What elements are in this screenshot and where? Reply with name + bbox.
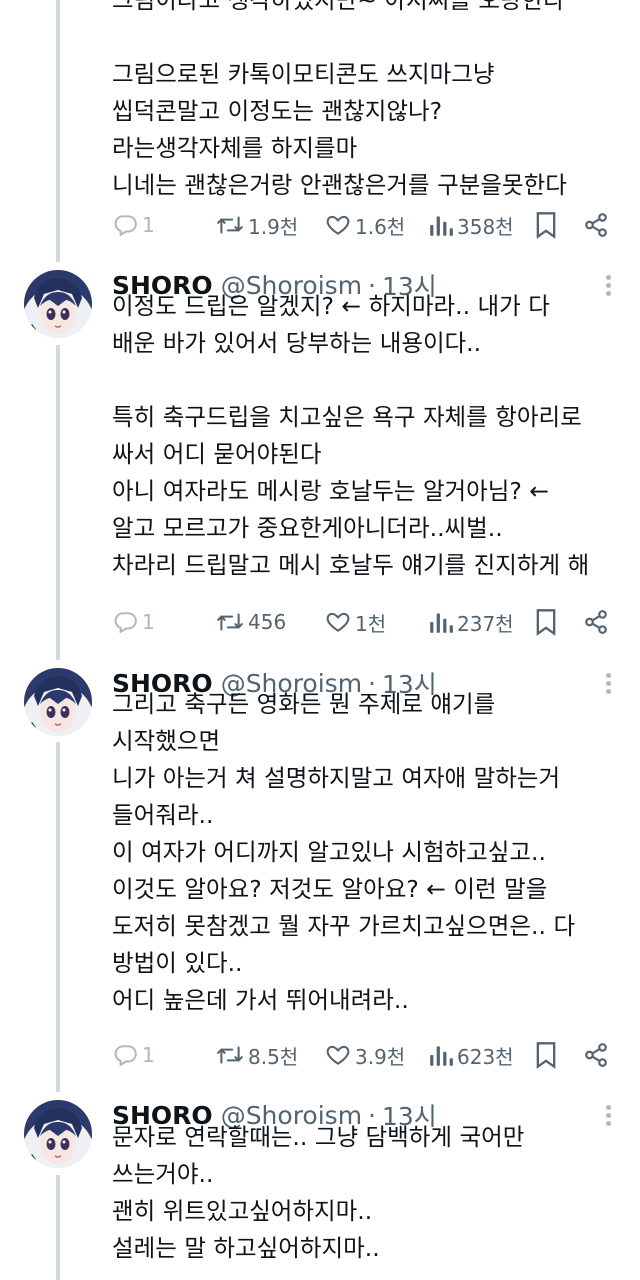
bookmark-icon	[534, 211, 558, 239]
reply-button[interactable]: 1	[112, 1037, 155, 1073]
avatar[interactable]	[24, 668, 92, 736]
text-line: 도저히 못참겠고 뭘 자꾸 가르치고싶으면은.. 다	[112, 912, 576, 940]
text-line: 그리고 축구든 영화든 뭔 주제로 얘기를	[112, 690, 496, 718]
text-line: 차라리 드립말고 메시 호날두 얘기를 진지하게 해	[112, 551, 590, 579]
like-icon	[325, 212, 351, 238]
views-button[interactable]: 623천	[429, 1037, 514, 1073]
like-button[interactable]: 1.6천	[325, 207, 405, 243]
thread-connector-line	[56, 0, 60, 262]
retweets-count: 8.5천	[248, 1044, 299, 1069]
text-line: 방법이 있다..	[112, 949, 243, 977]
avatar[interactable]	[24, 1100, 92, 1168]
thread-connector-line	[56, 742, 60, 1092]
thread-connector-line	[56, 1175, 60, 1280]
bookmark-button[interactable]	[534, 207, 558, 243]
retweets-count: 1.9천	[248, 214, 299, 239]
like-icon	[325, 1042, 351, 1068]
share-button[interactable]	[583, 1037, 609, 1073]
views-count: 623천	[457, 1044, 514, 1069]
retweet-button[interactable]: 1.9천	[216, 207, 298, 243]
avatar[interactable]	[24, 270, 92, 338]
like-button[interactable]: 1천	[325, 604, 386, 640]
action-bar: 1 456 1천 237천	[112, 604, 622, 640]
replies-count: 1	[142, 610, 155, 634]
share-icon	[583, 609, 609, 635]
text-line: 들어줘라..	[112, 801, 214, 829]
text-line: 괜히 위트있고싶어하지마..	[112, 1197, 373, 1225]
text-line: 그림으로된 카톡이모티콘도 쓰지마그냥	[112, 60, 495, 88]
views-count: 237천	[457, 611, 514, 636]
text-line: 시작했으면	[112, 727, 221, 755]
text-line: 어디 높은데 가서 뛰어내려라..	[112, 986, 409, 1014]
thread-connector-line	[56, 345, 60, 660]
reply-icon	[112, 212, 138, 238]
share-button[interactable]	[583, 207, 609, 243]
text-line: 특히 축구드립을 치고싶은 욕구 자체를 항아리로	[112, 403, 582, 431]
text-line: 이정도 드립은 알겠지? ← 하지마라.. 내가 다	[112, 292, 550, 320]
text-line: 라는생각자체를 하지를마	[112, 134, 358, 162]
like-icon	[325, 609, 351, 635]
action-bar: 1 1.9천 1.6천 358천	[112, 207, 622, 243]
likes-count: 1.6천	[355, 214, 406, 239]
bookmark-icon	[534, 608, 558, 636]
share-icon	[583, 1042, 609, 1068]
reply-button[interactable]: 1	[112, 207, 155, 243]
retweet-icon	[216, 1042, 244, 1068]
views-icon	[429, 1042, 453, 1068]
tweet-text: 문자로 연락할때는.. 그냥 담백하게 국어만쓰는거야.. 괜히 위트있고싶어하지…	[112, 1119, 622, 1267]
likes-count: 3.9천	[355, 1044, 406, 1069]
text-line: 그림이라고 생각하였지만~ 아저씨를 오랑한라	[112, 0, 565, 14]
likes-count: 1천	[355, 611, 387, 636]
text-line: 이것도 알아요? 저것도 알아요? ← 이런 말을	[112, 875, 548, 903]
replies-count: 1	[142, 213, 155, 237]
text-line: 이 여자가 어디까지 알고있나 시험하고싶고..	[112, 838, 546, 866]
views-count: 358천	[457, 214, 514, 239]
text-line: 쓰는거야..	[112, 1160, 214, 1188]
bookmark-icon	[534, 1041, 558, 1069]
text-line: 니네는 괜찮은거랑 안괜찮은거를 구분을못한다	[112, 171, 567, 199]
bookmark-button[interactable]	[534, 604, 558, 640]
retweet-icon	[216, 609, 244, 635]
retweets-count: 456	[248, 610, 287, 634]
views-icon	[429, 609, 453, 635]
tweet-text: 그리고 축구든 영화든 뭔 주제로 얘기를시작했으면니가 아는거 쳐 설명하지말…	[112, 686, 622, 1019]
share-icon	[583, 212, 609, 238]
text-line: 아니 여자라도 메시랑 호날두는 알거아님? ←	[112, 477, 550, 505]
retweet-button[interactable]: 8.5천	[216, 1037, 298, 1073]
bookmark-button[interactable]	[534, 1037, 558, 1073]
share-button[interactable]	[583, 604, 609, 640]
reply-icon	[112, 609, 138, 635]
text-line: 배운 바가 있어서 당부하는 내용이다..	[112, 329, 482, 357]
like-button[interactable]: 3.9천	[325, 1037, 405, 1073]
retweet-button[interactable]: 456	[216, 604, 286, 640]
retweet-icon	[216, 212, 244, 238]
tweet-text: 이정도 드립은 알겠지? ← 하지마라.. 내가 다배운 바가 있어서 당부하는…	[112, 288, 622, 584]
text-line: 니가 아는거 쳐 설명하지말고 여자애 말하는거	[112, 764, 561, 792]
text-line: 씹덕콘말고 이정도는 괜찮지않나?	[112, 97, 443, 125]
replies-count: 1	[142, 1043, 155, 1067]
views-button[interactable]: 237천	[429, 604, 514, 640]
tweet-text: 그림이라고 생각하였지만~ 아저씨를 오랑한라그림으로된 카톡이모티콘도 쓰지마…	[112, 0, 622, 204]
text-line: 싸서 어디 묻어야된다	[112, 440, 322, 468]
action-bar: 1 8.5천 3.9천 623천	[112, 1037, 622, 1073]
text-line: 문자로 연락할때는.. 그냥 담백하게 국어만	[112, 1123, 525, 1151]
tweet[interactable]: 그림이라고 생각하였지만~ 아저씨를 오랑한라그림으로된 카톡이모티콘도 쓰지마…	[0, 0, 640, 1280]
reply-button[interactable]: 1	[112, 604, 155, 640]
reply-icon	[112, 1042, 138, 1068]
views-icon	[429, 212, 453, 238]
text-line: 알고 모르고가 중요한게아니더라..씨벌..	[112, 514, 503, 542]
views-button[interactable]: 358천	[429, 207, 514, 243]
text-line: 설레는 말 하고싶어하지마..	[112, 1234, 380, 1262]
